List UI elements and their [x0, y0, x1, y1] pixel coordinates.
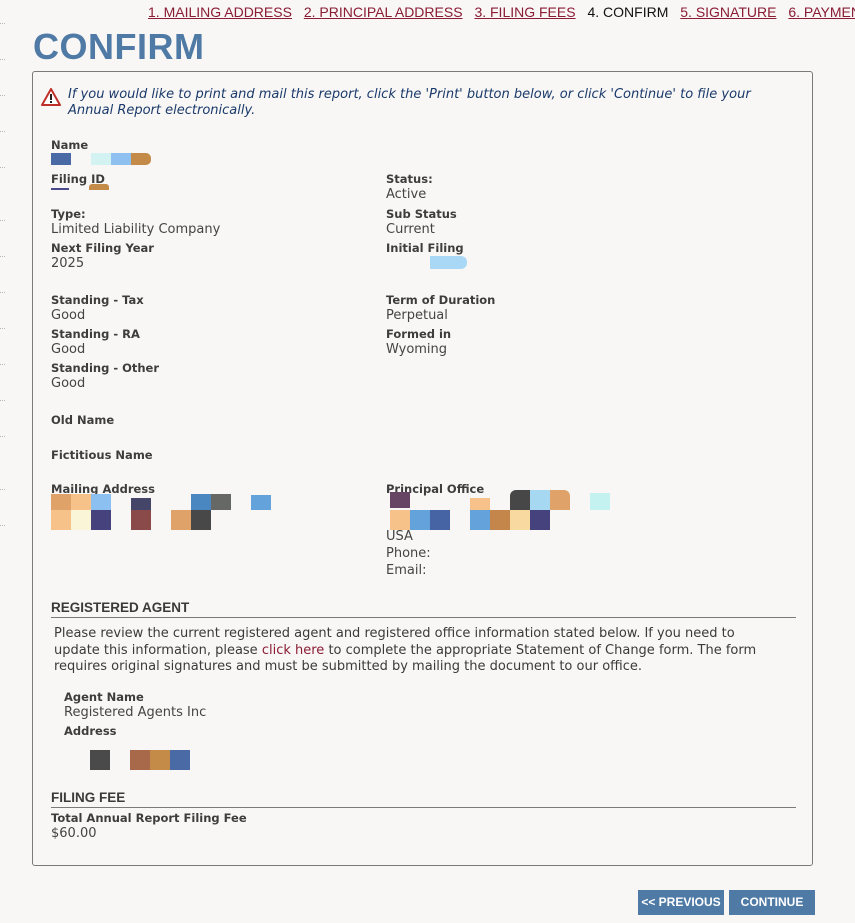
redacted-mailing-address — [51, 494, 271, 530]
principal-office-contact: USA Phone: Email: — [386, 528, 431, 579]
type-label: Type: — [51, 207, 86, 221]
agent-name-value: Registered Agents Inc — [64, 705, 207, 720]
standing-tax-field: Standing - Tax Good — [51, 293, 144, 324]
agent-name-label: Agent Name — [64, 690, 144, 704]
standing-ra-field: Standing - RA Good — [51, 327, 140, 358]
standing-ra-label: Standing - RA — [51, 327, 140, 341]
step-navigation: 1. MAILING ADDRESS 2. PRINCIPAL ADDRESS … — [148, 4, 855, 20]
warning-triangle-icon — [41, 88, 61, 106]
previous-button[interactable]: << PREVIOUS — [638, 890, 724, 915]
edge-mark — [0, 167, 6, 168]
standing-other-label: Standing - Other — [51, 361, 160, 375]
continue-button[interactable]: CONTINUE — [729, 890, 815, 915]
edge-mark — [0, 489, 6, 490]
type-field: Type: Limited Liability Company — [51, 207, 220, 238]
print-notice: If you would like to print and mail this… — [41, 87, 761, 119]
statement-of-change-link[interactable]: click here — [262, 643, 324, 658]
fictitious-name-field: Fictitious Name — [51, 448, 153, 462]
initial-filing-label: Initial Filing — [386, 241, 464, 255]
agent-address-field: Address — [64, 724, 117, 738]
formed-in-label: Formed in — [386, 327, 452, 341]
formed-in-value: Wyoming — [386, 342, 448, 357]
old-name-field: Old Name — [51, 413, 114, 427]
edge-mark — [0, 131, 6, 132]
name-field: Name — [51, 138, 88, 152]
registered-agent-heading: REGISTERED AGENT — [51, 600, 796, 618]
step-filing-fees[interactable]: 3. FILING FEES — [474, 4, 575, 20]
edge-mark — [0, 256, 6, 257]
term-of-duration-label: Term of Duration — [386, 293, 496, 307]
status-label: Status: — [386, 172, 433, 186]
edge-mark — [0, 220, 6, 221]
total-fee-field: Total Annual Report Filing Fee $60.00 — [51, 811, 247, 842]
sub-status-label: Sub Status — [386, 207, 457, 221]
next-filing-year-label: Next Filing Year — [51, 241, 154, 255]
registered-agent-description: Please review the current registered age… — [54, 626, 784, 676]
sub-status-value: Current — [386, 222, 435, 237]
formed-in-field: Formed in Wyoming — [386, 327, 451, 358]
step-confirm-current: 4. CONFIRM — [587, 4, 669, 20]
edge-mark — [0, 95, 6, 96]
standing-tax-value: Good — [51, 308, 86, 323]
confirm-panel: If you would like to print and mail this… — [32, 71, 813, 866]
term-of-duration-field: Term of Duration Perpetual — [386, 293, 495, 324]
status-value: Active — [386, 187, 427, 202]
sub-status-field: Sub Status Current — [386, 207, 457, 238]
redacted-initial-filing — [430, 256, 467, 269]
redacted-principal-office — [390, 490, 614, 530]
edge-mark — [0, 364, 6, 365]
filing-fee-heading: FILING FEE — [51, 790, 796, 808]
redacted-name — [51, 153, 151, 165]
edge-mark — [0, 436, 6, 437]
principal-country: USA — [386, 529, 413, 544]
redacted-filing-id — [51, 184, 111, 190]
term-of-duration-value: Perpetual — [386, 308, 448, 323]
old-name-label: Old Name — [51, 413, 115, 427]
status-field: Status: Active — [386, 172, 433, 203]
page-title: CONFIRM — [33, 26, 205, 67]
standing-tax-label: Standing - Tax — [51, 293, 144, 307]
edge-mark — [0, 525, 6, 526]
edge-mark — [0, 59, 6, 60]
type-value: Limited Liability Company — [51, 222, 221, 237]
step-principal-address[interactable]: 2. PRINCIPAL ADDRESS — [304, 4, 463, 20]
edge-mark — [0, 328, 6, 329]
agent-name-field: Agent Name Registered Agents Inc — [64, 690, 206, 721]
total-fee-value: $60.00 — [51, 826, 97, 841]
standing-other-field: Standing - Other Good — [51, 361, 159, 392]
initial-filing-field: Initial Filing — [386, 241, 464, 255]
notice-text: If you would like to print and mail this… — [68, 87, 751, 118]
email-label: Email: — [386, 563, 427, 578]
standing-ra-value: Good — [51, 342, 86, 357]
name-label: Name — [51, 138, 89, 152]
edge-mark — [0, 23, 6, 24]
redacted-agent-address — [90, 750, 190, 770]
step-payment[interactable]: 6. PAYMENT — [788, 4, 855, 20]
step-signature[interactable]: 5. SIGNATURE — [680, 4, 776, 20]
next-filing-year-field: Next Filing Year 2025 — [51, 241, 154, 272]
phone-label: Phone: — [386, 546, 431, 561]
total-fee-label: Total Annual Report Filing Fee — [51, 811, 247, 825]
left-edge-marks — [0, 0, 8, 923]
fictitious-name-label: Fictitious Name — [51, 448, 153, 462]
edge-mark — [0, 292, 6, 293]
edge-mark — [0, 400, 6, 401]
step-mailing-address[interactable]: 1. MAILING ADDRESS — [148, 4, 292, 20]
next-filing-year-value: 2025 — [51, 256, 85, 271]
standing-other-value: Good — [51, 376, 86, 391]
agent-address-label: Address — [64, 724, 117, 738]
